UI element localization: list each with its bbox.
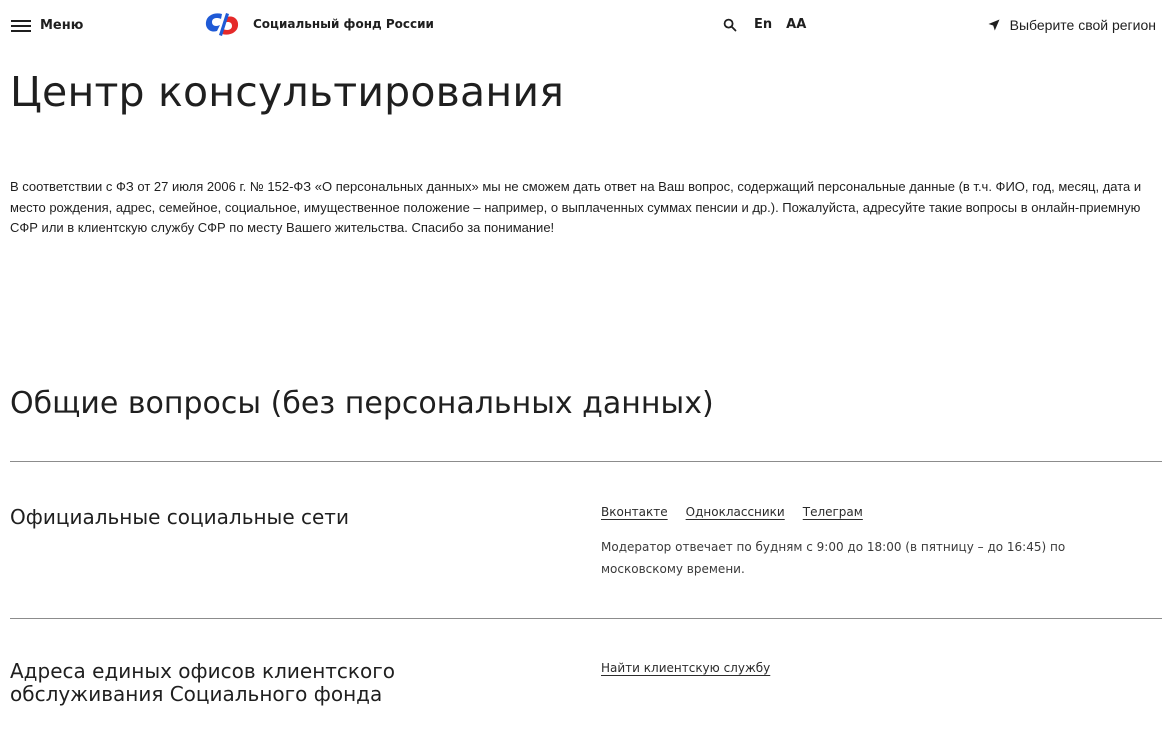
privacy-notice: В соответствии с ФЗ от 27 июля 2006 г. №…	[10, 179, 1142, 235]
brand-link[interactable]: Социальный фонд России	[203, 11, 434, 37]
brand-name: Социальный фонд России	[253, 17, 434, 31]
sfr-logo-icon	[205, 13, 239, 36]
section-title: Общие вопросы (без персональных данных)	[10, 386, 714, 421]
accessibility-toggle[interactable]: АА	[786, 17, 806, 32]
social-links: Вконтакте Одноклассники Телеграм	[601, 505, 881, 519]
telegram-link[interactable]: Телеграм	[803, 505, 863, 519]
divider	[10, 461, 1162, 462]
client-offices-title: Адреса единых офисов клиентского обслужи…	[10, 659, 395, 706]
menu-button[interactable]: Меню	[11, 18, 83, 33]
social-networks-title: Официальные социальные сети	[10, 505, 349, 529]
ok-link[interactable]: Одноклассники	[686, 505, 785, 519]
language-switch[interactable]: En	[754, 17, 772, 32]
hamburger-icon	[11, 19, 31, 32]
client-service-links: Найти клиентскую службу	[601, 661, 788, 675]
location-arrow-icon	[988, 19, 1000, 31]
page-title: Центр консультирования	[10, 68, 565, 116]
menu-label: Меню	[40, 18, 84, 33]
region-selector[interactable]: Выберите свой регион	[988, 17, 1156, 33]
site-header: Меню Социальный фонд России En АА Выбери…	[0, 0, 1162, 52]
moderator-hours-text: Модератор отвечает по будням с 9:00 до 1…	[601, 540, 1066, 576]
vk-link[interactable]: Вконтакте	[601, 505, 668, 519]
header-tools: En АА	[723, 17, 806, 32]
find-client-service-link[interactable]: Найти клиентскую службу	[601, 661, 770, 675]
divider	[10, 618, 1162, 619]
search-icon[interactable]	[723, 18, 737, 32]
region-label: Выберите свой регион	[1009, 17, 1156, 33]
